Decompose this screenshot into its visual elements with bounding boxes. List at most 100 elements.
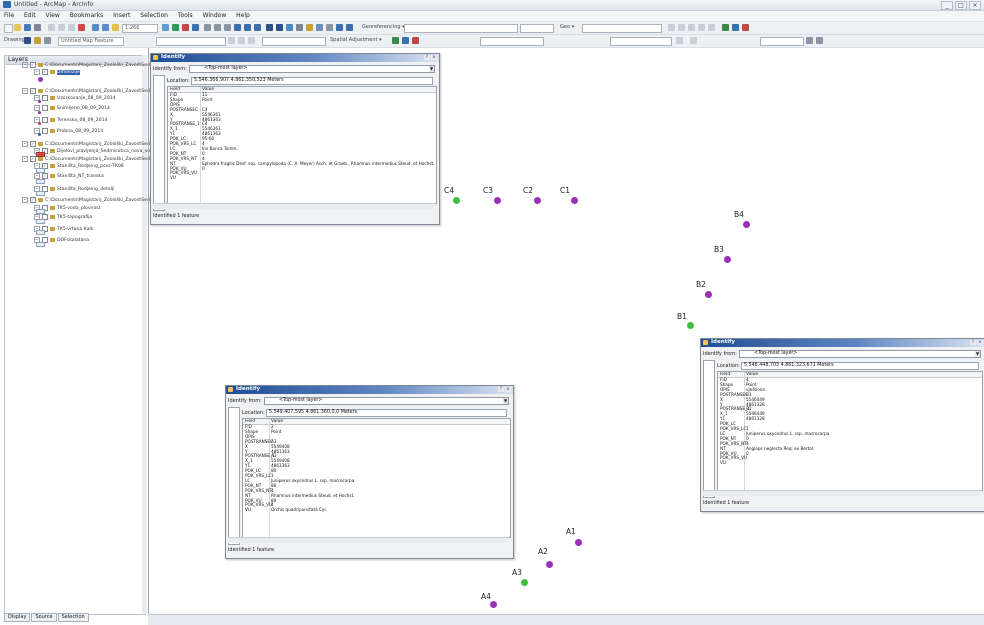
layer-visibility-checkbox[interactable]: ✓	[30, 141, 36, 147]
tool-k-icon[interactable]	[806, 37, 813, 44]
identify-from-combo[interactable]: <Top-most layer> ▼	[264, 397, 509, 405]
close-icon[interactable]: x	[977, 340, 983, 345]
undo-icon[interactable]	[92, 24, 99, 31]
zoom-in-icon[interactable]	[204, 24, 211, 31]
zoom-combo[interactable]	[760, 37, 804, 46]
layer-visibility-checkbox[interactable]: ✓	[30, 62, 36, 68]
layer-visibility-checkbox[interactable]	[42, 105, 48, 111]
paste-icon[interactable]	[68, 24, 75, 31]
save-icon[interactable]	[24, 24, 31, 31]
maximize-button[interactable]: □	[955, 1, 967, 10]
chevron-down-icon[interactable]: ▼	[503, 398, 508, 404]
pan-icon[interactable]	[224, 24, 231, 31]
print-icon[interactable]	[34, 24, 41, 31]
tool-d-icon[interactable]	[698, 24, 705, 31]
arctoolbox-icon[interactable]	[172, 24, 179, 31]
geo-combo[interactable]	[582, 24, 662, 33]
horizontal-scrollbar[interactable]	[703, 490, 981, 496]
italic-icon[interactable]	[238, 37, 245, 44]
toc-scrollbar[interactable]	[142, 55, 147, 613]
georef-combo-2[interactable]	[520, 24, 554, 33]
menu-selection[interactable]: Selection	[136, 11, 172, 20]
back-icon[interactable]	[244, 24, 251, 31]
toc-layer-row[interactable]: − ✓ Dimenzije	[34, 69, 80, 75]
menu-window[interactable]: Window	[199, 11, 231, 20]
spatial-adjustment-menu[interactable]: Spatial Adjustment ▾	[330, 37, 382, 43]
adjust-a-icon[interactable]	[392, 37, 399, 44]
geo-menu[interactable]: Geo ▾	[560, 24, 574, 30]
minimize-button[interactable]: _	[941, 1, 953, 10]
editor-icon[interactable]	[162, 24, 169, 31]
map-point-c1[interactable]	[571, 197, 578, 204]
map-point-c2[interactable]	[534, 197, 541, 204]
location-value[interactable]: 5.546.448,703 4.861.323,671 Meters	[741, 362, 979, 370]
map-point-a3[interactable]	[521, 579, 528, 586]
layer-visibility-checkbox[interactable]: ✓	[30, 197, 36, 203]
toc-layer-row[interactable]: − Uzorkovanje_08_09_2014	[34, 95, 116, 101]
add-data-icon[interactable]	[112, 24, 119, 31]
map-point-b4[interactable]	[743, 221, 750, 228]
help-button[interactable]: ?	[498, 387, 504, 392]
identify-title-bar[interactable]: Identify? x	[151, 54, 439, 62]
horizontal-scrollbar[interactable]	[228, 537, 509, 543]
identify-title-bar[interactable]: Identify? x	[701, 339, 984, 347]
measure-icon[interactable]	[296, 24, 303, 31]
zoom-out-icon[interactable]	[214, 24, 221, 31]
attribute-row[interactable]: VU	[718, 461, 982, 466]
toc-layer-row[interactable]: − ✓ Staništa_Rodjeing_pcvs-TK08	[34, 163, 124, 169]
go-to-xy-icon[interactable]	[336, 24, 343, 31]
location-value[interactable]: 5.549.407,595 4.861.360,0,0 Meters	[266, 409, 507, 417]
underline-icon[interactable]	[248, 37, 255, 44]
attribute-row[interactable]: VU Orchis quadripunctata Cyr.	[243, 508, 510, 513]
font-combo[interactable]	[156, 37, 226, 46]
location-value[interactable]: 5.546.366,907 4.861.350,523 Meters	[191, 77, 433, 85]
copy-icon[interactable]	[58, 24, 65, 31]
layer-visibility-checkbox[interactable]	[42, 95, 48, 101]
new-icon[interactable]	[4, 24, 13, 33]
close-icon[interactable]: x	[431, 55, 437, 60]
help-button[interactable]: ?	[970, 340, 976, 345]
menu-edit[interactable]: Edit	[20, 11, 40, 20]
tab-source[interactable]: Source	[31, 613, 57, 622]
adjust-combo[interactable]	[480, 37, 544, 46]
find-icon[interactable]	[286, 24, 293, 31]
map-point-c3[interactable]	[494, 197, 501, 204]
tool-g-icon[interactable]	[732, 24, 739, 31]
geo-combo-2[interactable]	[610, 37, 672, 46]
georeferencing-menu[interactable]: Georeferencing ▾	[362, 24, 405, 30]
rotate-icon[interactable]	[34, 37, 41, 44]
map-point-b1[interactable]	[687, 322, 694, 329]
forward-icon[interactable]	[254, 24, 261, 31]
menu-bookmarks[interactable]: Bookmarks	[66, 11, 108, 20]
cut-icon[interactable]	[48, 24, 55, 31]
tab-display[interactable]: Display	[4, 613, 31, 622]
html-popup-icon[interactable]	[316, 24, 323, 31]
map-point-b2[interactable]	[705, 291, 712, 298]
tool-j-icon[interactable]	[690, 37, 697, 44]
text-input[interactable]: Untitled Map Feature	[58, 37, 124, 46]
tool-c-icon[interactable]	[688, 24, 695, 31]
time-slider-icon[interactable]	[326, 24, 333, 31]
expand-icon[interactable]: −	[22, 62, 28, 68]
toc-layer-row[interactable]: − Snimljeno_08_09_2014	[34, 105, 110, 111]
map-point-c4[interactable]	[453, 197, 460, 204]
map-point-b3[interactable]	[724, 256, 731, 263]
tool-l-icon[interactable]	[816, 37, 823, 44]
identify-from-combo[interactable]: <Top-most layer> ▼	[189, 65, 435, 73]
layer-visibility-checkbox[interactable]	[42, 128, 48, 134]
expand-icon[interactable]: −	[22, 156, 28, 162]
close-button[interactable]: ×	[969, 1, 981, 10]
hyperlink-icon[interactable]	[306, 24, 313, 31]
tab-selection[interactable]: Selection	[57, 613, 89, 622]
toc-layer-row[interactable]: − ✓ Dijelovi_plavljenja_Sedmicotica_nova_v…	[34, 148, 156, 154]
toc-layer-row[interactable]: − Staništa_Rodjeing_detalji	[34, 186, 114, 192]
attribute-row[interactable]: VU	[168, 176, 436, 181]
identify-from-combo[interactable]: <Top-most layer> ▼	[739, 350, 981, 358]
tool-f-icon[interactable]	[722, 24, 729, 31]
tool-b-icon[interactable]	[678, 24, 685, 31]
full-extent-icon[interactable]	[234, 24, 241, 31]
layer-visibility-checkbox[interactable]: ✓	[30, 88, 36, 94]
close-icon[interactable]: x	[505, 387, 511, 392]
chevron-down-icon[interactable]: ▼	[975, 351, 980, 357]
rectangle-icon[interactable]	[44, 37, 51, 44]
